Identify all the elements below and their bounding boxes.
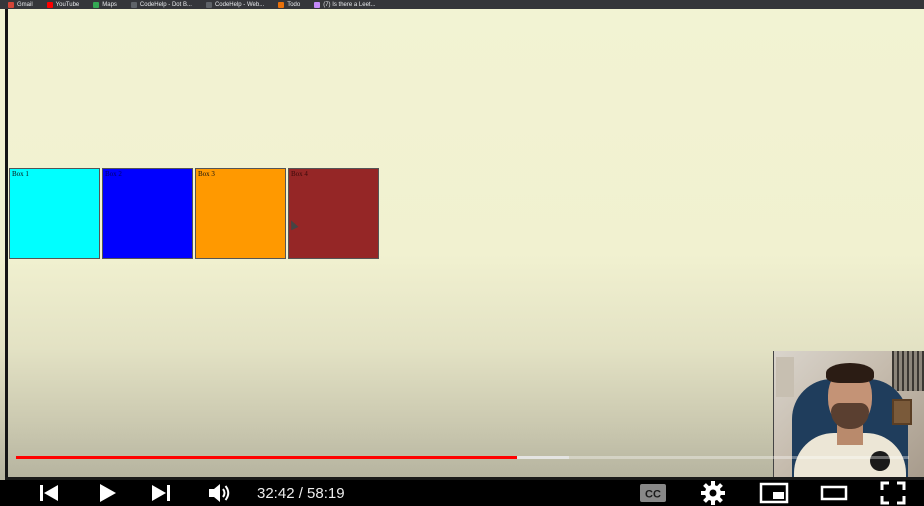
- codehelp-icon: [205, 1, 212, 8]
- bookmark-label: CodeHelp - Web...: [214, 1, 265, 8]
- bookmark-label: Todo: [287, 1, 301, 8]
- gmail-icon: [8, 1, 14, 8]
- bookmark-label: (7) Is there a Leet...: [323, 1, 376, 8]
- maps-icon: [93, 1, 100, 8]
- todo-icon: [278, 1, 285, 8]
- bookmark-label: Maps: [102, 1, 117, 8]
- bookmark-gmail[interactable]: Gmail: [8, 1, 33, 8]
- video-frame[interactable]: Box 1 Box 2 Box 3 Box 4: [0, 9, 924, 480]
- player-controls: 32:42 / 58:19 CC: [0, 480, 924, 506]
- next-button[interactable]: [148, 480, 174, 506]
- presenter-hair: [826, 363, 874, 383]
- bookmark-codehelp-dot[interactable]: CodeHelp - Dot B...: [130, 1, 192, 8]
- bookmark-todo[interactable]: Todo: [278, 1, 301, 8]
- svg-text:CC: CC: [645, 489, 661, 501]
- captions-icon: CC: [640, 484, 666, 502]
- progress-played: [16, 456, 517, 459]
- play-icon: [100, 484, 116, 502]
- background-shelf: [892, 351, 924, 391]
- fullscreen-icon: [880, 481, 906, 505]
- bookmark-codehelp-web[interactable]: CodeHelp - Web...: [205, 1, 265, 8]
- bookmark-leet[interactable]: (7) Is there a Leet...: [314, 1, 376, 8]
- miniplayer-button[interactable]: [758, 480, 790, 506]
- fullscreen-button[interactable]: [877, 480, 909, 506]
- captions-button[interactable]: CC: [638, 480, 668, 506]
- miniplayer-icon: [759, 482, 789, 504]
- volume-button[interactable]: [206, 480, 234, 506]
- box-2: Box 2: [102, 168, 193, 259]
- picture-frame: [892, 399, 912, 425]
- browser-edge: [5, 9, 8, 480]
- box-3: Box 3: [195, 168, 286, 259]
- theater-mode-button[interactable]: [818, 480, 850, 506]
- bookmarks-bar: Gmail YouTube Maps CodeHelp - Dot B... C…: [0, 0, 924, 9]
- codehelp-icon: [130, 1, 137, 8]
- youtube-icon: [46, 1, 53, 8]
- previous-icon: [40, 485, 58, 501]
- microphone: [870, 451, 890, 471]
- bookmark-label: YouTube: [55, 1, 80, 8]
- time-display: 32:42 / 58:19: [257, 484, 345, 502]
- previous-button[interactable]: [36, 480, 62, 506]
- progress-bar[interactable]: [16, 456, 909, 459]
- bookmark-label: CodeHelp - Dot B...: [139, 1, 192, 8]
- box-row: Box 1 Box 2 Box 3 Box 4: [9, 168, 379, 259]
- play-button[interactable]: [94, 480, 120, 506]
- background-wall: [776, 357, 794, 397]
- volume-icon: [209, 484, 230, 502]
- bookmark-youtube[interactable]: YouTube: [46, 1, 80, 8]
- next-icon: [152, 485, 170, 501]
- theater-icon: [820, 485, 848, 501]
- bookmark-label: Gmail: [17, 1, 33, 8]
- box-4: Box 4: [288, 168, 379, 259]
- bookmark-maps[interactable]: Maps: [93, 1, 117, 8]
- settings-icon: [701, 481, 725, 505]
- settings-button[interactable]: [698, 480, 728, 506]
- box-1: Box 1: [9, 168, 100, 259]
- page-icon: [314, 1, 321, 8]
